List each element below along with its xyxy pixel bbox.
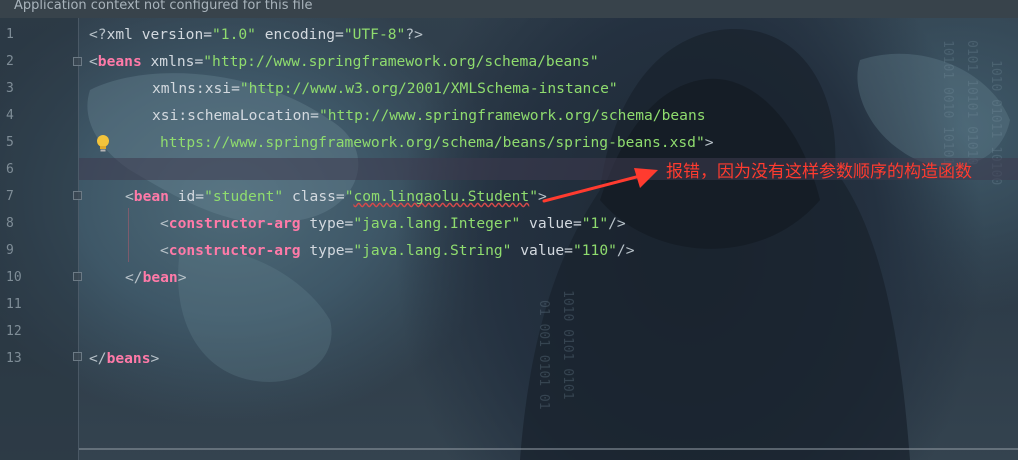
- line-number: 11: [6, 297, 22, 312]
- tag-name: beans: [106, 350, 151, 367]
- attr-value: "http://www.springframework.org/schema/b…: [318, 107, 706, 124]
- svg-text:0101 10101 01010: 0101 10101 01010: [964, 40, 979, 165]
- attr-name: value=: [511, 242, 573, 259]
- svg-text:01 001 0101 01: 01 001 0101 01: [536, 300, 551, 410]
- line-number: 5: [6, 135, 14, 150]
- attr-name: type=: [300, 215, 354, 232]
- attr-value: https://www.springframework.org/schema/b…: [160, 134, 705, 151]
- code-line-4[interactable]: xsi:schemaLocation="http://www.springfra…: [152, 102, 706, 129]
- tag-close: />: [608, 215, 626, 232]
- tag-open: <: [89, 53, 98, 70]
- line-number: 4: [6, 108, 14, 123]
- attr-value: "1.0": [212, 26, 256, 43]
- svg-text:10101 0010 10101: 10101 0010 10101: [940, 40, 955, 165]
- line-number: 2: [6, 54, 14, 69]
- fold-marker-bean[interactable]: [73, 191, 82, 200]
- lightbulb-icon[interactable]: [95, 134, 111, 154]
- attr-value-quote: ": [344, 188, 354, 205]
- line-number: 12: [6, 324, 22, 339]
- xml-editor[interactable]: 10101 0010 10101 0101 10101 01010 1010 0…: [0, 0, 1018, 460]
- attr-name: value=: [520, 215, 582, 232]
- tag-close: />: [616, 242, 635, 259]
- attr-name: encoding=: [255, 26, 344, 43]
- attr-name: xmlns:xsi=: [152, 80, 240, 97]
- tag-name: constructor-arg: [168, 242, 301, 259]
- line-number: 7: [6, 189, 14, 204]
- attr-name: xsi:schemaLocation=: [152, 107, 319, 124]
- tag-name: bean: [142, 269, 178, 286]
- line-number-gutter[interactable]: 1 2 3 4 5 6 7 8 9 10 12 11 13: [0, 18, 79, 460]
- class-reference-error[interactable]: com.lingaolu.Student: [354, 188, 530, 205]
- tag-name: beans: [97, 53, 142, 70]
- line-number: 8: [6, 216, 14, 231]
- tag-open: <: [160, 242, 169, 259]
- attr-name: type=: [300, 242, 354, 259]
- xml-decl-close: ?>: [405, 26, 423, 43]
- annotation-arrow-icon: [542, 168, 658, 203]
- fold-marker-beans[interactable]: [73, 57, 82, 66]
- attr-value: "http://www.w3.org/2001/XMLSchema-instan…: [239, 80, 618, 97]
- code-line-1[interactable]: <?xml version="1.0" encoding="UTF-8"?>: [89, 21, 423, 48]
- attr-name: xmlns=: [141, 53, 204, 70]
- editor-bottom-divider: [79, 448, 1018, 450]
- indent-guide: [128, 208, 129, 262]
- fold-marker-bean-end[interactable]: [73, 272, 82, 281]
- xml-decl-name: xml: [106, 26, 133, 43]
- attr-name: id=: [168, 188, 205, 205]
- code-line-2[interactable]: <beans xmlns="http://www.springframework…: [89, 48, 599, 75]
- code-line-3[interactable]: xmlns:xsi="http://www.w3.org/2001/XMLSch…: [152, 75, 618, 102]
- code-line-7[interactable]: <bean id="student" class="com.lingaolu.S…: [125, 183, 547, 210]
- svg-text:1010 0101 0101: 1010 0101 0101: [560, 290, 575, 400]
- line-number: 1: [6, 27, 14, 42]
- xml-decl-open: <?: [89, 26, 107, 43]
- tag-open: </: [89, 350, 107, 367]
- line-number: 3: [6, 81, 14, 96]
- tag-open: <: [125, 188, 134, 205]
- tag-name: constructor-arg: [168, 215, 301, 232]
- attr-name: class=: [283, 188, 345, 205]
- context-notice-bar[interactable]: Application context not configured for t…: [0, 0, 1018, 18]
- code-line-8[interactable]: <constructor-arg type="java.lang.Integer…: [160, 210, 626, 237]
- line-number: 13: [6, 351, 22, 366]
- annotation-note: 报错，因为没有这样参数顺序的构造函数: [666, 162, 972, 182]
- tag-close: >: [177, 269, 187, 286]
- attr-value: "student": [204, 188, 284, 205]
- attr-name: version=: [132, 26, 213, 43]
- line-number: 9: [6, 243, 14, 258]
- attr-value: "1": [581, 215, 609, 232]
- fold-marker-beans-end[interactable]: [73, 352, 82, 361]
- attr-value: "110": [572, 242, 617, 259]
- tag-close: >: [150, 350, 160, 367]
- tag-open: <: [160, 215, 169, 232]
- code-line-9[interactable]: <constructor-arg type="java.lang.String"…: [160, 237, 635, 264]
- attr-value: "java.lang.Integer": [353, 215, 521, 232]
- code-line-5[interactable]: https://www.springframework.org/schema/b…: [160, 129, 714, 156]
- attr-value: "http://www.springframework.org/schema/b…: [203, 53, 599, 70]
- code-line-10[interactable]: </bean>: [125, 264, 187, 291]
- attr-value-quote: ": [529, 188, 539, 205]
- code-line-13[interactable]: </beans>: [89, 345, 159, 372]
- attr-value: "java.lang.String": [353, 242, 512, 259]
- attr-value: "UTF-8": [343, 26, 406, 43]
- tag-name: bean: [133, 188, 169, 205]
- line-number: 10: [6, 270, 22, 285]
- line-number: 6: [6, 162, 14, 177]
- tag-close: >: [704, 134, 714, 151]
- tag-open: </: [125, 269, 143, 286]
